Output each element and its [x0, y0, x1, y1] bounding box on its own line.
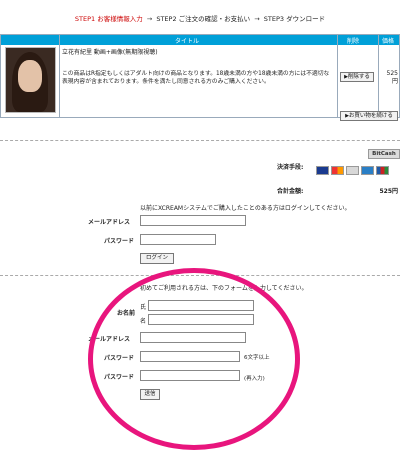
- login-button[interactable]: ログイン: [140, 253, 174, 264]
- highlight-circle: [88, 268, 300, 450]
- cart-header: タイトル 削除 価格: [1, 35, 399, 45]
- login-password-input[interactable]: [140, 234, 216, 245]
- product-thumbnail[interactable]: [5, 47, 56, 113]
- card-logos: [316, 166, 400, 176]
- total-label: 合計金額:: [277, 188, 304, 195]
- continue-shopping-button[interactable]: ▶お買い物を続ける: [340, 111, 398, 121]
- step-arrow-2: →: [254, 15, 260, 23]
- cart-divider: [337, 35, 338, 117]
- col-title: タイトル: [175, 38, 200, 45]
- col-price: 価格: [382, 38, 395, 45]
- thumbnail-face: [18, 60, 42, 92]
- jcb-icon: [376, 166, 389, 175]
- checkout-steps: STEP1 お客様情報入力 → STEP2 ご注文の確認・お支払い → STEP…: [0, 13, 400, 23]
- continue-shopping-label: お買い物を続ける: [348, 113, 393, 119]
- login-note: 以前にXCREAMシステムでご購入したことのある方はログインしてください。: [140, 205, 351, 212]
- payment-method-label: 決済手段:: [277, 164, 304, 171]
- login-email-input[interactable]: [140, 215, 246, 226]
- delete-button-label: 削除する: [347, 74, 370, 80]
- item-price-unit: 円: [391, 78, 398, 85]
- cart-divider: [59, 35, 60, 117]
- visa-icon: [316, 166, 329, 175]
- divider: [0, 140, 400, 141]
- bitcash-label: BitCash: [372, 151, 396, 157]
- item-price-value: 525: [386, 70, 398, 77]
- delete-button[interactable]: ▶削除する: [340, 72, 374, 82]
- amex-icon: [361, 166, 374, 175]
- total-value: 525円: [379, 188, 398, 195]
- dc-card-icon: [346, 166, 359, 175]
- product-notice: この商品はR指定もしくはアダルト向けの商品となります。18歳未満の方や18歳未満…: [62, 71, 330, 85]
- item-price: 525 円: [380, 70, 398, 86]
- product-title[interactable]: 立花有紀里 動画+画像(無期限視聴): [62, 47, 332, 56]
- login-email-label: メールアドレス: [88, 219, 131, 226]
- mastercard-icon: [331, 166, 344, 175]
- step1-label: STEP1 お客様情報入力: [74, 15, 143, 23]
- step3-label: STEP3 ダウンロード: [263, 15, 326, 23]
- cart-divider: [378, 35, 379, 117]
- bitcash-logo: BitCash: [368, 149, 400, 159]
- col-delete: 削除: [347, 38, 360, 45]
- step-arrow-1: →: [146, 15, 153, 23]
- login-button-label: ログイン: [145, 255, 168, 261]
- login-password-label: パスワード: [104, 238, 135, 245]
- step2-label: STEP2 ご注文の確認・お支払い: [156, 15, 251, 23]
